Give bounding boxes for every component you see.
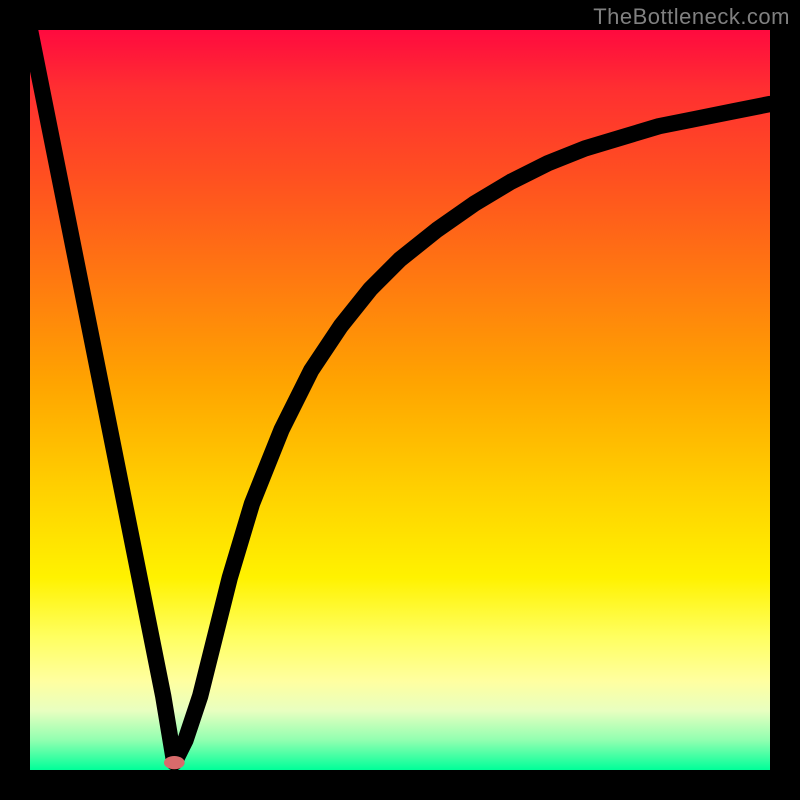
bottleneck-curve	[30, 30, 770, 763]
optimal-point-marker	[164, 756, 185, 769]
watermark-text: TheBottleneck.com	[593, 4, 790, 30]
curve-svg	[30, 30, 770, 770]
plot-area	[30, 30, 770, 770]
chart-frame: TheBottleneck.com	[0, 0, 800, 800]
